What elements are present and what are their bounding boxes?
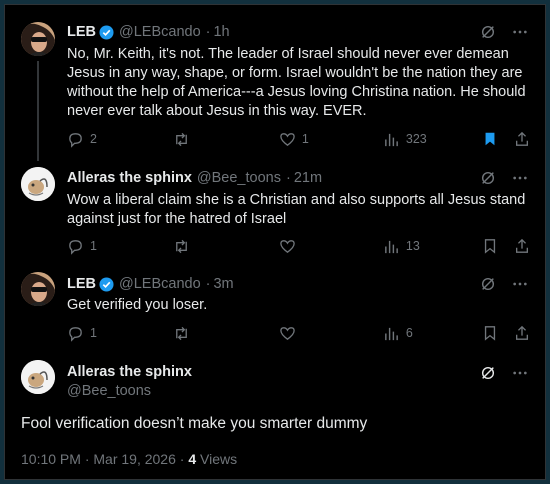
bookmark-icon[interactable] (481, 237, 499, 255)
reply-icon (69, 326, 82, 342)
view-count: 323 (405, 132, 427, 146)
grok-icon[interactable] (479, 275, 497, 293)
bookmark-icon[interactable] (481, 324, 499, 342)
tweet-text: No, Mr. Keith, it's not. The leader of I… (67, 46, 526, 119)
repost-icon (176, 326, 187, 340)
tweet-header: LEB @LEBcando · 3m (67, 274, 529, 294)
author-handle[interactable]: @Bee_toons (67, 383, 151, 399)
post-text: Fool verification doesn’t make you smart… (21, 415, 368, 432)
verified-badge-icon (99, 276, 114, 292)
views-button[interactable]: 13 (383, 238, 481, 255)
post-header-icons (479, 364, 529, 382)
views-count: 4 (188, 451, 197, 467)
views-label: Views (200, 451, 238, 467)
author-handle[interactable]: @Bee_toons (197, 170, 281, 186)
views-button[interactable]: 6 (383, 325, 481, 342)
tweet-actions: 1 6 (67, 323, 531, 343)
reply-icon (69, 239, 82, 255)
views-icon (385, 327, 398, 340)
like-button[interactable]: 1 (279, 131, 383, 148)
author-name[interactable]: Alleras the sphinx (67, 364, 192, 380)
reply-button[interactable]: 1 (67, 238, 173, 255)
dot-separator: · (285, 170, 291, 186)
post-timestamp[interactable]: 10:10 PM · Mar 19, 2026 · (21, 451, 184, 467)
dot-separator: · (205, 276, 211, 292)
tweet-time[interactable]: 3m (213, 276, 233, 292)
tweet-header: LEB @LEBcando · 1h (67, 22, 529, 42)
author-name[interactable]: LEB (67, 276, 96, 292)
author-handle[interactable]: @LEBcando (119, 24, 201, 40)
like-button[interactable] (279, 325, 383, 342)
views-button[interactable]: 323 (383, 131, 481, 148)
conversation-thread: LEB @LEBcando · 1h No, Mr. Keith, it's n… (4, 4, 546, 480)
like-icon (280, 326, 295, 340)
dot-separator: · (205, 24, 211, 40)
reply-icon (69, 132, 82, 148)
avatar-alleras[interactable] (21, 167, 55, 201)
tweet-header: Alleras the sphinx @Bee_toons · 21m (67, 168, 529, 188)
focused-post: Alleras the sphinx @Bee_toons Fool verif… (5, 349, 545, 479)
avatar-leb[interactable] (21, 22, 55, 56)
views-icon (385, 133, 398, 146)
repost-button[interactable] (173, 325, 279, 342)
grok-icon[interactable] (479, 364, 497, 382)
author-handle[interactable]: @LEBcando (119, 276, 201, 292)
author-name[interactable]: LEB (67, 24, 96, 40)
more-icon[interactable] (511, 169, 529, 187)
view-count: 13 (405, 239, 420, 253)
tweet-time[interactable]: 1h (213, 24, 229, 40)
views-icon (385, 240, 398, 253)
reply-button[interactable]: 1 (67, 325, 173, 342)
reply-count: 2 (90, 132, 97, 146)
share-icon[interactable] (513, 130, 531, 148)
tweet-text: Wow a liberal claim she is a Christian a… (67, 192, 526, 227)
post-meta: 10:10 PM · Mar 19, 2026 · 4 Views (21, 451, 237, 467)
avatar-alleras[interactable] (21, 360, 55, 394)
bookmark-icon[interactable] (481, 130, 499, 148)
like-count: 1 (301, 132, 309, 146)
reply-button[interactable]: 2 (67, 131, 173, 148)
view-count: 6 (405, 326, 413, 340)
avatar-leb[interactable] (21, 272, 55, 306)
more-icon[interactable] (511, 23, 529, 41)
more-icon[interactable] (511, 275, 529, 293)
more-icon[interactable] (511, 364, 529, 382)
repost-icon (176, 132, 187, 146)
tweet-text: Get verified you loser. (67, 297, 208, 313)
like-icon (280, 132, 295, 146)
verified-badge-icon (99, 24, 114, 40)
like-button[interactable] (279, 238, 383, 255)
repost-button[interactable] (173, 238, 279, 255)
repost-icon (176, 239, 187, 253)
author-name[interactable]: Alleras the sphinx (67, 170, 192, 186)
tweet-actions: 1 13 (67, 236, 531, 256)
reply-tweet-2[interactable]: Alleras the sphinx @Bee_toons · 21m Wow … (5, 155, 545, 261)
reply-count: 1 (90, 239, 97, 253)
grok-icon[interactable] (479, 169, 497, 187)
tweet-time[interactable]: 21m (294, 170, 322, 186)
share-icon[interactable] (513, 324, 531, 342)
tweet-actions: 2 1 323 (67, 129, 531, 149)
like-icon (280, 239, 295, 253)
repost-button[interactable] (173, 131, 279, 148)
reply-count: 1 (90, 326, 97, 340)
thread-line (37, 61, 39, 161)
grok-icon[interactable] (479, 23, 497, 41)
reply-tweet-1[interactable]: LEB @LEBcando · 1h No, Mr. Keith, it's n… (5, 5, 545, 161)
share-icon[interactable] (513, 237, 531, 255)
reply-tweet-3[interactable]: LEB @LEBcando · 3m Get verified you lose… (5, 261, 545, 349)
